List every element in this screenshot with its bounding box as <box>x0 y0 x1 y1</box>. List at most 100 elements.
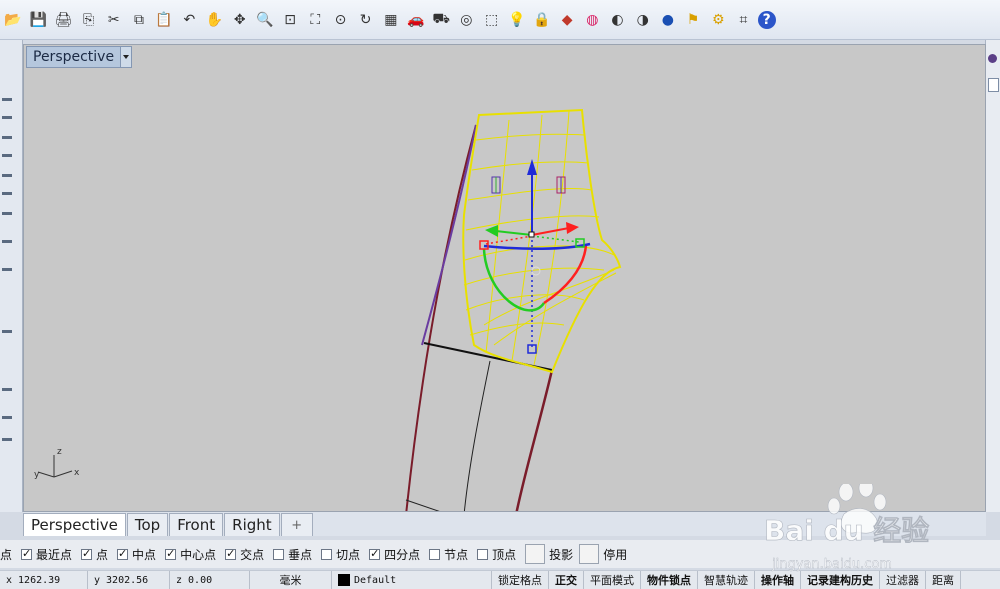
osnap-8[interactable]: 四分点 <box>369 546 420 563</box>
network-icon[interactable]: ⌗ <box>732 9 754 31</box>
panel-check-icon[interactable] <box>988 78 999 92</box>
disable-toggle[interactable]: 停用 <box>579 544 627 564</box>
help-icon[interactable]: ? <box>757 10 776 29</box>
car-icon[interactable]: 🚗 <box>405 9 427 31</box>
grid-icon[interactable]: ▦ <box>380 9 402 31</box>
perspective-viewport[interactable]: Perspective z x y <box>23 44 986 512</box>
cross-edge-low <box>405 499 440 511</box>
osnap-7[interactable]: 切点 <box>321 546 360 563</box>
osnap-label: 点 <box>96 547 109 562</box>
tab-perspective[interactable]: Perspective <box>23 513 126 536</box>
print-icon[interactable]: 🖨 <box>52 9 74 31</box>
rotate-icon[interactable]: ↻ <box>355 9 377 31</box>
status-toggle-1[interactable]: 正交 <box>549 571 584 589</box>
outer-curve-right <box>515 369 554 511</box>
cut-icon[interactable]: ✂ <box>103 9 125 31</box>
tab-front[interactable]: Front <box>169 513 224 536</box>
status-toggle-4[interactable]: 智慧轨迹 <box>698 571 755 589</box>
status-toggle-3[interactable]: 物件锁点 <box>641 571 698 589</box>
osnap-checkbox[interactable] <box>117 547 129 560</box>
osnap-label: 交点 <box>240 547 265 562</box>
zoom-selected-icon[interactable]: ⊙ <box>329 9 351 31</box>
osnap-5[interactable]: 交点 <box>225 546 264 563</box>
gumball-z-arrow <box>527 159 537 175</box>
osnap-checkbox[interactable] <box>81 547 93 560</box>
layer-icon[interactable]: ◆ <box>556 9 578 31</box>
paste-icon[interactable]: 📋 <box>153 9 175 31</box>
osnap-checkbox[interactable] <box>165 547 177 560</box>
tab-right[interactable]: Right <box>224 513 280 536</box>
osnap-1[interactable]: 最近点 <box>21 546 72 563</box>
coord-y: y 3202.56 <box>88 571 170 589</box>
osnap-checkbox[interactable] <box>321 548 333 560</box>
osnap-6[interactable]: 垂点 <box>273 546 312 563</box>
osnap-checkbox[interactable] <box>21 547 33 560</box>
rotate-view-icon[interactable]: ✥ <box>229 9 251 31</box>
layer-name: Default <box>354 574 397 586</box>
main-toolbar: 📂 💾 🖨 ⎘ ✂ ⧉ 📋 ↶ ✋ ✥ 🔍 ⊡ ⛶ ⊙ ↻ ▦ 🚗 ⛟ ◎ ⬚ 💡 🔒 ◆ ◍ ◐ ◑ ● ⚑ ⚙ ⌗? <box>0 0 1000 40</box>
mid-curve <box>463 360 491 511</box>
osnap-label: 中点 <box>132 547 157 562</box>
osnap-3[interactable]: 中点 <box>117 546 156 563</box>
gumball-drag-strip <box>531 266 541 276</box>
sphere-shade-icon[interactable]: ◐ <box>607 9 629 31</box>
osnap-checkbox[interactable] <box>369 547 381 560</box>
surface-isocurves <box>463 110 617 366</box>
world-axis-icon <box>37 455 73 478</box>
toggle-label: 投影 <box>549 547 574 562</box>
status-toggle-2[interactable]: 平面模式 <box>584 571 641 589</box>
osnap-0[interactable]: 点 <box>0 546 12 563</box>
lock-icon[interactable]: 🔒 <box>531 9 553 31</box>
osnap-9[interactable]: 节点 <box>429 546 468 563</box>
right-panel-strip[interactable] <box>985 40 1000 512</box>
layer-color-swatch <box>338 574 350 586</box>
osnap-label: 最近点 <box>36 547 73 562</box>
copy-icon[interactable]: ⧉ <box>128 9 150 31</box>
zoom-window-icon[interactable]: ⊡ <box>279 9 301 31</box>
select-icon[interactable]: ⬚ <box>481 9 503 31</box>
gumball-x-scale <box>479 240 489 250</box>
toggle-box[interactable] <box>525 544 546 564</box>
layer-indicator[interactable]: Default <box>332 571 492 589</box>
gear-icon[interactable]: ⚙ <box>707 9 729 31</box>
flag-icon[interactable]: ⚑ <box>682 9 704 31</box>
target-icon[interactable]: ◎ <box>455 9 477 31</box>
osnap-checkbox[interactable] <box>225 547 237 560</box>
tab-top[interactable]: Top <box>126 513 169 536</box>
osnap-checkbox[interactable] <box>429 548 441 560</box>
zoom-icon[interactable]: 🔍 <box>254 9 276 31</box>
osnap-label: 中心点 <box>180 547 217 562</box>
osnap-10[interactable]: 顶点 <box>477 546 516 563</box>
osnap-label: 垂点 <box>288 547 313 562</box>
import-icon[interactable]: ⎘ <box>78 9 100 31</box>
gumball-center <box>528 231 535 238</box>
osnap-checkbox[interactable] <box>477 548 489 560</box>
add-viewport-tab[interactable]: + <box>280 513 313 536</box>
color-wheel-icon[interactable]: ◍ <box>581 9 603 31</box>
outer-curve-left <box>405 124 477 511</box>
project-toggle[interactable]: 投影 <box>525 544 573 564</box>
car-outline-icon[interactable]: ⛟ <box>430 9 452 31</box>
left-tool-strip[interactable] <box>0 40 23 512</box>
pan-icon[interactable]: ✋ <box>204 9 226 31</box>
open-icon[interactable]: 📂 <box>2 9 24 31</box>
zoom-extents-icon[interactable]: ⛶ <box>304 9 326 31</box>
light-icon[interactable]: 💡 <box>506 9 528 31</box>
osnap-checkbox[interactable] <box>273 548 285 560</box>
panel-color-icon[interactable] <box>988 54 997 63</box>
blue-sphere-icon[interactable]: ● <box>657 9 679 31</box>
axis-x-label: x <box>74 468 80 478</box>
toggle-box[interactable] <box>579 544 600 564</box>
osnap-label: 节点 <box>444 547 469 562</box>
coord-z: z 0.00 <box>170 571 250 589</box>
sphere-render-icon[interactable]: ◑ <box>632 9 654 31</box>
save-icon[interactable]: 💾 <box>27 9 49 31</box>
osnap-label: 点 <box>0 547 13 562</box>
osnap-label: 顶点 <box>492 547 517 562</box>
osnap-4[interactable]: 中心点 <box>165 546 216 563</box>
osnap-2[interactable]: 点 <box>81 546 108 563</box>
gumball-x-arrow <box>566 222 579 234</box>
model-geometry[interactable]: z x y <box>24 45 986 512</box>
undo-icon[interactable]: ↶ <box>178 9 200 31</box>
status-toggle-0[interactable]: 锁定格点 <box>492 571 549 589</box>
